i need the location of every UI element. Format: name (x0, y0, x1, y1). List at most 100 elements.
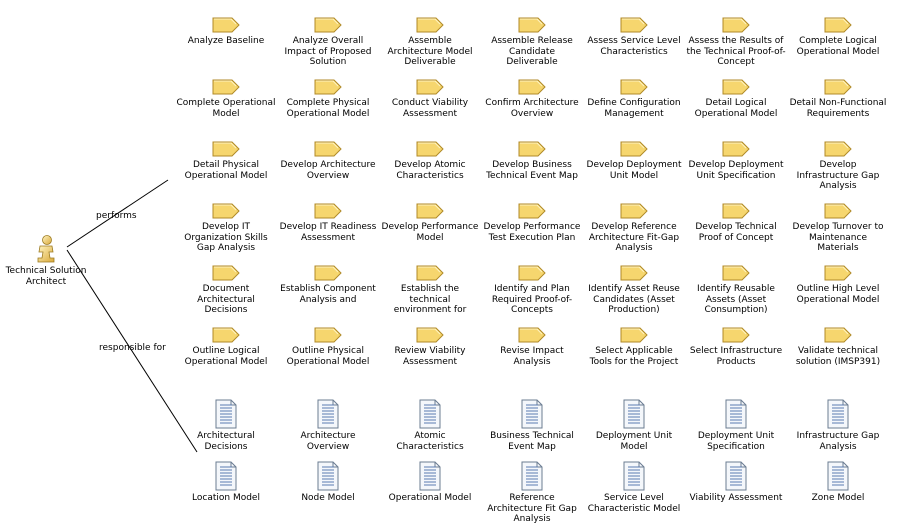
task-label: Analyze Baseline (187, 36, 265, 46)
task-label: Develop Turnover to Maintenance Material… (792, 222, 884, 253)
task-label: Assess the Results of the Technical Proo… (686, 36, 786, 67)
task-icon (314, 17, 342, 33)
task-label: Assemble Architecture Model Deliverable (387, 36, 473, 67)
role-name: Technical Solution Architect (5, 266, 87, 287)
work-product-node[interactable]: Atomic Characteristics (380, 399, 480, 452)
task-node[interactable]: Develop Performance Test Execution Plan (482, 203, 582, 243)
task-icon (518, 203, 546, 219)
work-product-node[interactable]: Location Model (176, 461, 276, 504)
task-node[interactable]: Assemble Release Candidate Deliverable (482, 17, 582, 68)
role-technical-solution-architect[interactable]: Technical Solution Architect (0, 234, 92, 288)
task-node[interactable]: Develop Performance Model (380, 203, 480, 243)
task-icon (722, 203, 750, 219)
task-label: Assemble Release Candidate Deliverable (491, 36, 573, 67)
task-label: Detail Logical Operational Model (694, 98, 778, 119)
task-node[interactable]: Outline Logical Operational Model (176, 327, 276, 367)
work-product-node[interactable]: Service Level Characteristic Model (584, 461, 684, 514)
work-product-label: Viability Assessment (689, 493, 783, 503)
task-node[interactable]: Develop Infrastructure Gap Analysis (788, 141, 888, 192)
work-product-node[interactable]: Deployment Unit Specification (686, 399, 786, 452)
task-node[interactable]: Analyze Overall Impact of Proposed Solut… (278, 17, 378, 68)
task-node[interactable]: Assemble Architecture Model Deliverable (380, 17, 480, 68)
task-icon (722, 327, 750, 343)
work-product-node[interactable]: Architecture Overview (278, 399, 378, 452)
task-icon (314, 79, 342, 95)
work-product-node[interactable]: Reference Architecture Fit Gap Analysis (482, 461, 582, 525)
task-node[interactable]: Develop Business Technical Event Map (482, 141, 582, 181)
work-product-node[interactable]: Operational Model (380, 461, 480, 504)
task-node[interactable]: Document Architectural Decisions (176, 265, 276, 316)
task-label: Identify Asset Reuse Candidates (Asset P… (588, 284, 680, 315)
task-node[interactable]: Assess Service Level Characteristics (584, 17, 684, 57)
work-product-label: Location Model (192, 493, 260, 503)
task-node[interactable]: Complete Physical Operational Model (278, 79, 378, 119)
task-node[interactable]: Develop Turnover to Maintenance Material… (788, 203, 888, 254)
task-node[interactable]: Complete Logical Operational Model (788, 17, 888, 57)
task-icon (824, 141, 852, 157)
responsible-for-label: responsible for (99, 343, 166, 353)
document-icon (215, 399, 237, 429)
task-label: Outline High Level Operational Model (796, 284, 880, 305)
task-node[interactable]: Detail Logical Operational Model (686, 79, 786, 119)
work-product-node[interactable]: Viability Assessment (686, 461, 786, 504)
work-product-label: Deployment Unit Model (595, 431, 673, 452)
task-node[interactable]: Develop Architecture Overview (278, 141, 378, 181)
task-node[interactable]: Validate technical solution (IMSP391) (788, 327, 888, 367)
task-label: Develop IT Readiness Assessment (279, 222, 377, 243)
task-node[interactable]: Revise Impact Analysis (482, 327, 582, 367)
task-node[interactable]: Develop IT Readiness Assessment (278, 203, 378, 243)
task-icon (722, 17, 750, 33)
task-icon (620, 327, 648, 343)
task-node[interactable]: Identify and Plan Required Proof-of-Conc… (482, 265, 582, 316)
task-label: Develop Infrastructure Gap Analysis (796, 160, 880, 191)
work-product-node[interactable]: Business Technical Event Map (482, 399, 582, 452)
task-label: Document Architectural Decisions (197, 284, 255, 315)
task-icon (416, 203, 444, 219)
task-icon (824, 265, 852, 281)
task-node[interactable]: Develop Technical Proof of Concept (686, 203, 786, 243)
task-node[interactable]: Establish the technical environment for (380, 265, 480, 316)
task-label: Develop IT Organization Skills Gap Analy… (184, 222, 268, 253)
task-node[interactable]: Confirm Architecture Overview (482, 79, 582, 119)
document-icon (521, 461, 543, 491)
task-node[interactable]: Conduct Viability Assessment (380, 79, 480, 119)
task-node[interactable]: Outline High Level Operational Model (788, 265, 888, 305)
task-icon (620, 265, 648, 281)
document-icon (317, 399, 339, 429)
task-icon (824, 79, 852, 95)
document-icon (623, 399, 645, 429)
task-node[interactable]: Develop IT Organization Skills Gap Analy… (176, 203, 276, 254)
task-node[interactable]: Review Viability Assessment (380, 327, 480, 367)
work-product-node[interactable]: Zone Model (788, 461, 888, 504)
task-node[interactable]: Outline Physical Operational Model (278, 327, 378, 367)
task-node[interactable]: Define Configuration Management (584, 79, 684, 119)
document-icon (419, 399, 441, 429)
task-label: Complete Operational Model (176, 98, 276, 119)
work-product-node[interactable]: Deployment Unit Model (584, 399, 684, 452)
task-node[interactable]: Detail Physical Operational Model (176, 141, 276, 181)
task-node[interactable]: Develop Deployment Unit Model (584, 141, 684, 181)
task-label: Identify Reusable Assets (Asset Consumpt… (697, 284, 775, 315)
task-node[interactable]: Complete Operational Model (176, 79, 276, 119)
task-node[interactable]: Select Applicable Tools for the Project (584, 327, 684, 367)
task-node[interactable]: Detail Non-Functional Requirements (788, 79, 888, 119)
task-node[interactable]: Analyze Baseline (176, 17, 276, 47)
work-product-label: Architectural Decisions (197, 431, 255, 452)
task-node[interactable]: Establish Component Analysis and (278, 265, 378, 305)
task-icon (314, 265, 342, 281)
work-product-node[interactable]: Architectural Decisions (176, 399, 276, 452)
task-node[interactable]: Develop Deployment Unit Specification (686, 141, 786, 181)
task-node[interactable]: Develop Atomic Characteristics (380, 141, 480, 181)
task-label: Select Infrastructure Products (689, 346, 783, 367)
document-icon (317, 461, 339, 491)
task-node[interactable]: Select Infrastructure Products (686, 327, 786, 367)
task-node[interactable]: Identify Reusable Assets (Asset Consumpt… (686, 265, 786, 316)
task-node[interactable]: Identify Asset Reuse Candidates (Asset P… (584, 265, 684, 316)
task-label: Establish Component Analysis and (280, 284, 376, 305)
task-node[interactable]: Develop Reference Architecture Fit-Gap A… (584, 203, 684, 254)
task-node[interactable]: Assess the Results of the Technical Proo… (686, 17, 786, 68)
work-product-node[interactable]: Infrastructure Gap Analysis (788, 399, 888, 452)
task-icon (212, 265, 240, 281)
task-label: Outline Physical Operational Model (286, 346, 370, 367)
work-product-node[interactable]: Node Model (278, 461, 378, 504)
